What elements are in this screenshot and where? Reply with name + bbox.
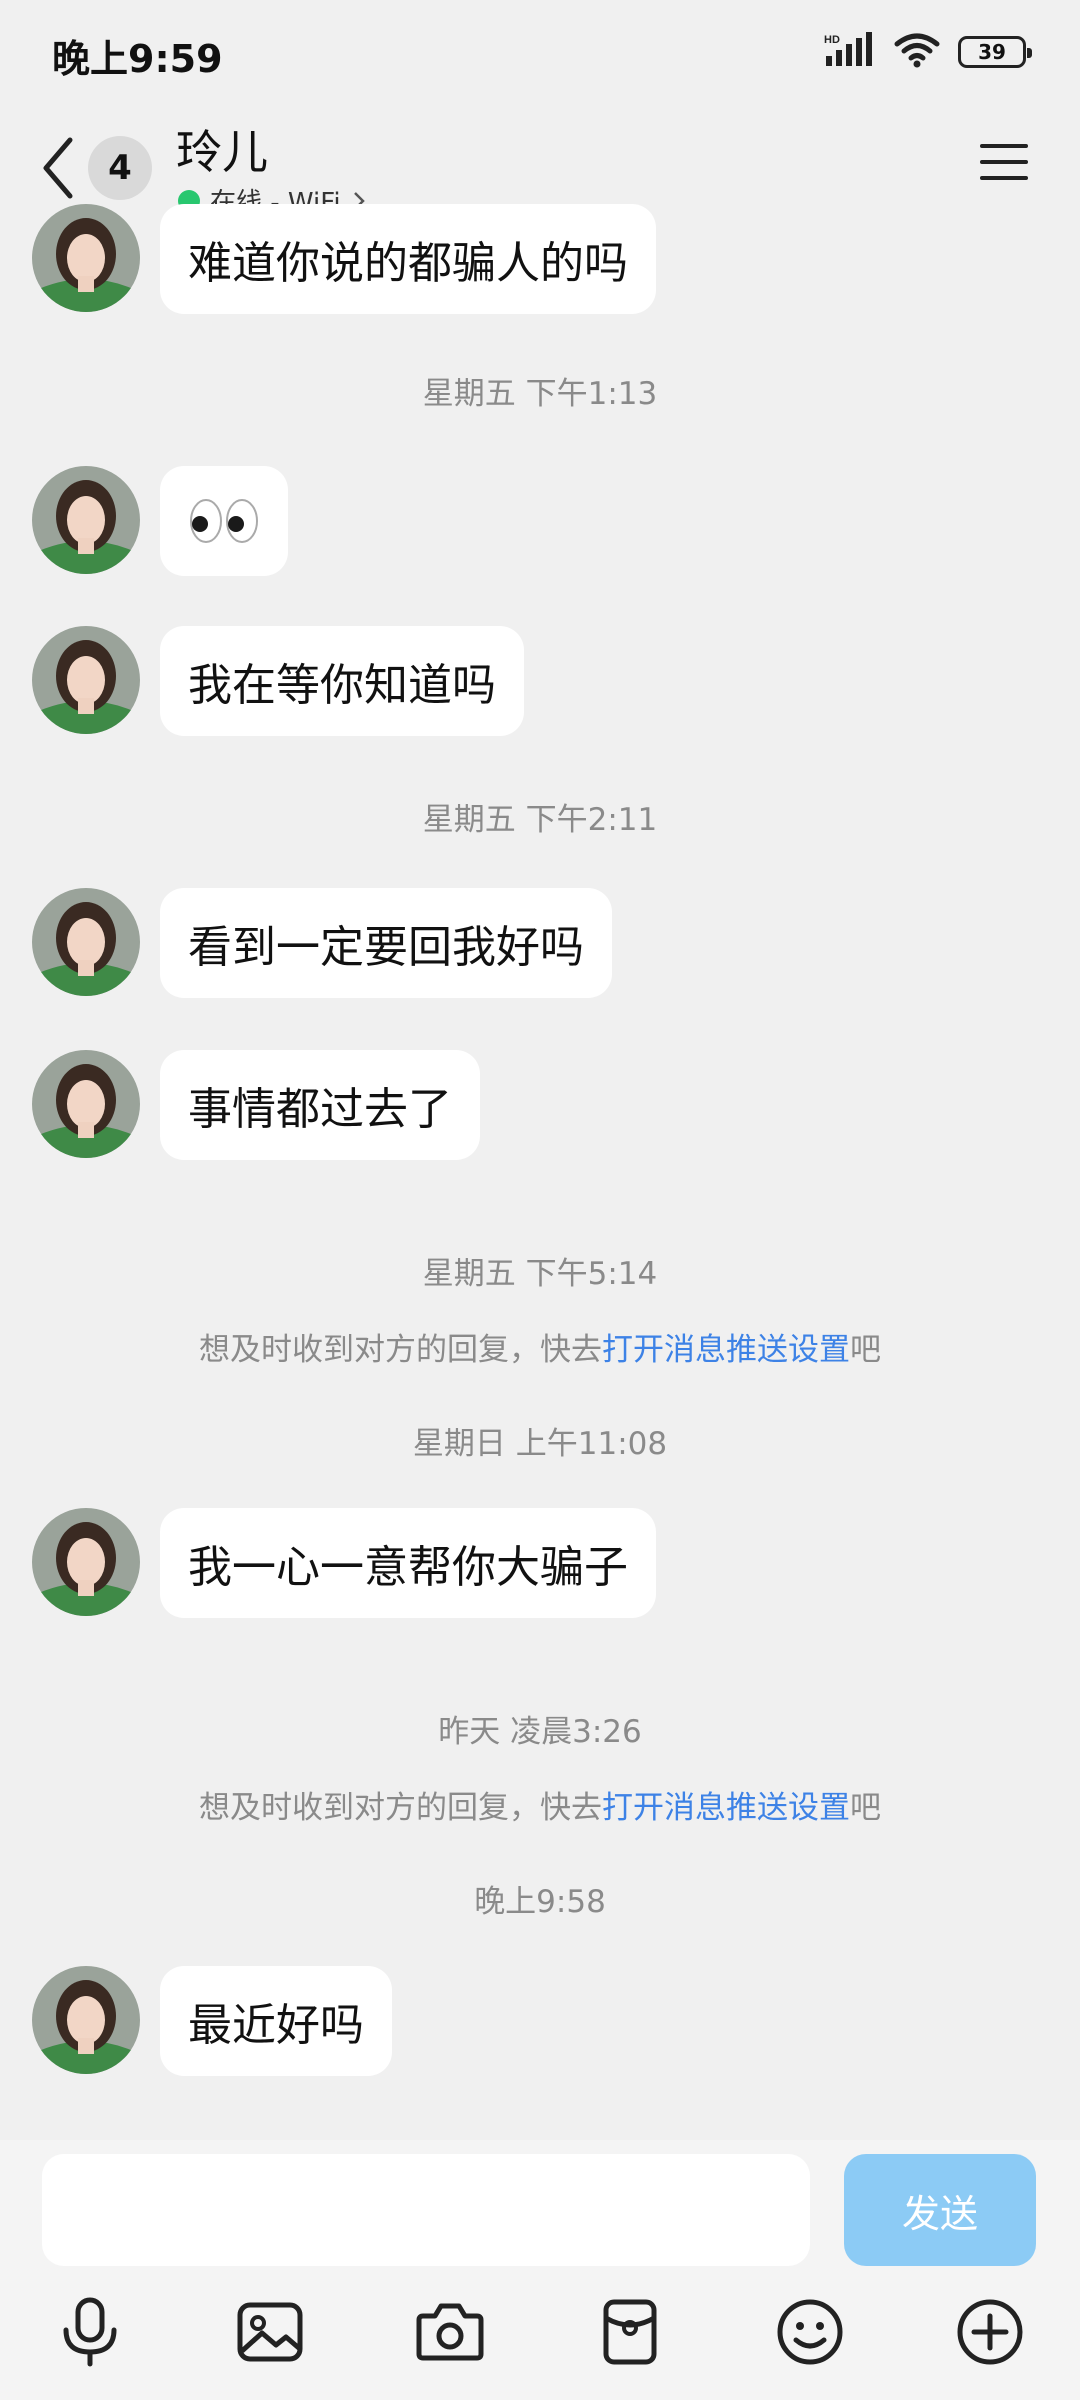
send-button[interactable]: 发送 bbox=[844, 2154, 1036, 2266]
message-row: 我在等你知道吗 bbox=[32, 626, 524, 736]
message-bubble[interactable]: 难道你说的都骗人的吗 bbox=[160, 204, 656, 314]
menu-button[interactable] bbox=[978, 140, 1030, 184]
wifi-icon bbox=[894, 32, 940, 72]
message-timestamp: 星期五 下午2:11 bbox=[422, 802, 658, 838]
status-time: 晚上9:59 bbox=[52, 37, 223, 81]
eyes-emoji-icon bbox=[190, 499, 258, 543]
avatar[interactable] bbox=[32, 1966, 140, 2074]
input-area: 发送 bbox=[0, 2140, 1080, 2400]
message-input[interactable] bbox=[42, 2154, 810, 2266]
message-bubble[interactable]: 我在等你知道吗 bbox=[160, 626, 524, 736]
unread-count-badge[interactable]: 4 bbox=[88, 136, 152, 200]
contact-name[interactable]: 玲儿 bbox=[176, 116, 268, 182]
message-timestamp: 星期日 上午11:08 bbox=[412, 1426, 668, 1462]
avatar[interactable] bbox=[32, 1508, 140, 1616]
push-notice: 想及时收到对方的回复，快去打开消息推送设置吧 bbox=[0, 1782, 1080, 1827]
status-bar: 晚上9:59 HD 39 bbox=[0, 0, 1080, 108]
avatar[interactable] bbox=[32, 1050, 140, 1158]
plus-icon[interactable] bbox=[948, 2290, 1032, 2374]
message-row: 最近好吗 bbox=[32, 1966, 392, 2076]
push-notice-suffix: 吧 bbox=[850, 1790, 881, 1826]
emoji-icon[interactable] bbox=[768, 2290, 852, 2374]
message-row: 我一心一意帮你大骗子 bbox=[32, 1508, 656, 1618]
avatar[interactable] bbox=[32, 466, 140, 574]
message-bubble[interactable]: 看到一定要回我好吗 bbox=[160, 888, 612, 998]
push-notice-suffix: 吧 bbox=[850, 1332, 881, 1368]
microphone-icon[interactable] bbox=[48, 2290, 132, 2374]
message-row: 事情都过去了 bbox=[32, 1050, 480, 1160]
hamburger-menu-icon bbox=[980, 144, 1028, 180]
chevron-left-icon bbox=[43, 137, 73, 199]
message-row: 看到一定要回我好吗 bbox=[32, 888, 612, 998]
message-bubble[interactable]: 事情都过去了 bbox=[160, 1050, 480, 1160]
red-packet-icon[interactable] bbox=[588, 2290, 672, 2374]
camera-icon[interactable] bbox=[408, 2290, 492, 2374]
avatar[interactable] bbox=[32, 888, 140, 996]
message-bubble[interactable]: 最近好吗 bbox=[160, 1966, 392, 2076]
message-bubble[interactable]: 我一心一意帮你大骗子 bbox=[160, 1508, 656, 1618]
push-notice-prefix: 想及时收到对方的回复，快去 bbox=[199, 1332, 602, 1368]
push-settings-link[interactable]: 打开消息推送设置 bbox=[602, 1790, 850, 1826]
message-timestamp: 晚上9:58 bbox=[474, 1884, 606, 1920]
battery-icon: 39 bbox=[958, 36, 1032, 68]
back-button[interactable] bbox=[36, 130, 80, 206]
message-bubble[interactable] bbox=[160, 466, 288, 576]
message-timestamp: 昨天 凌晨3:26 bbox=[438, 1714, 642, 1750]
avatar[interactable] bbox=[32, 626, 140, 734]
avatar[interactable] bbox=[32, 204, 140, 312]
push-settings-link[interactable]: 打开消息推送设置 bbox=[602, 1332, 850, 1368]
image-icon[interactable] bbox=[228, 2290, 312, 2374]
push-notice: 想及时收到对方的回复，快去打开消息推送设置吧 bbox=[0, 1324, 1080, 1369]
message-timestamp: 星期五 下午1:13 bbox=[422, 376, 658, 412]
signal-icon: HD bbox=[824, 32, 876, 72]
chat-messages[interactable]: 难道你说的都骗人的吗 星期五 下午1:13 我在等你知道吗 星期五 下午2:11… bbox=[0, 204, 1080, 2140]
input-toolbar bbox=[0, 2290, 1080, 2380]
message-timestamp: 星期五 下午5:14 bbox=[422, 1256, 658, 1292]
message-row bbox=[32, 466, 288, 576]
svg-text:HD: HD bbox=[824, 34, 840, 46]
message-row: 难道你说的都骗人的吗 bbox=[32, 204, 656, 314]
push-notice-prefix: 想及时收到对方的回复，快去 bbox=[199, 1790, 602, 1826]
status-icons: HD 39 bbox=[824, 32, 1032, 72]
